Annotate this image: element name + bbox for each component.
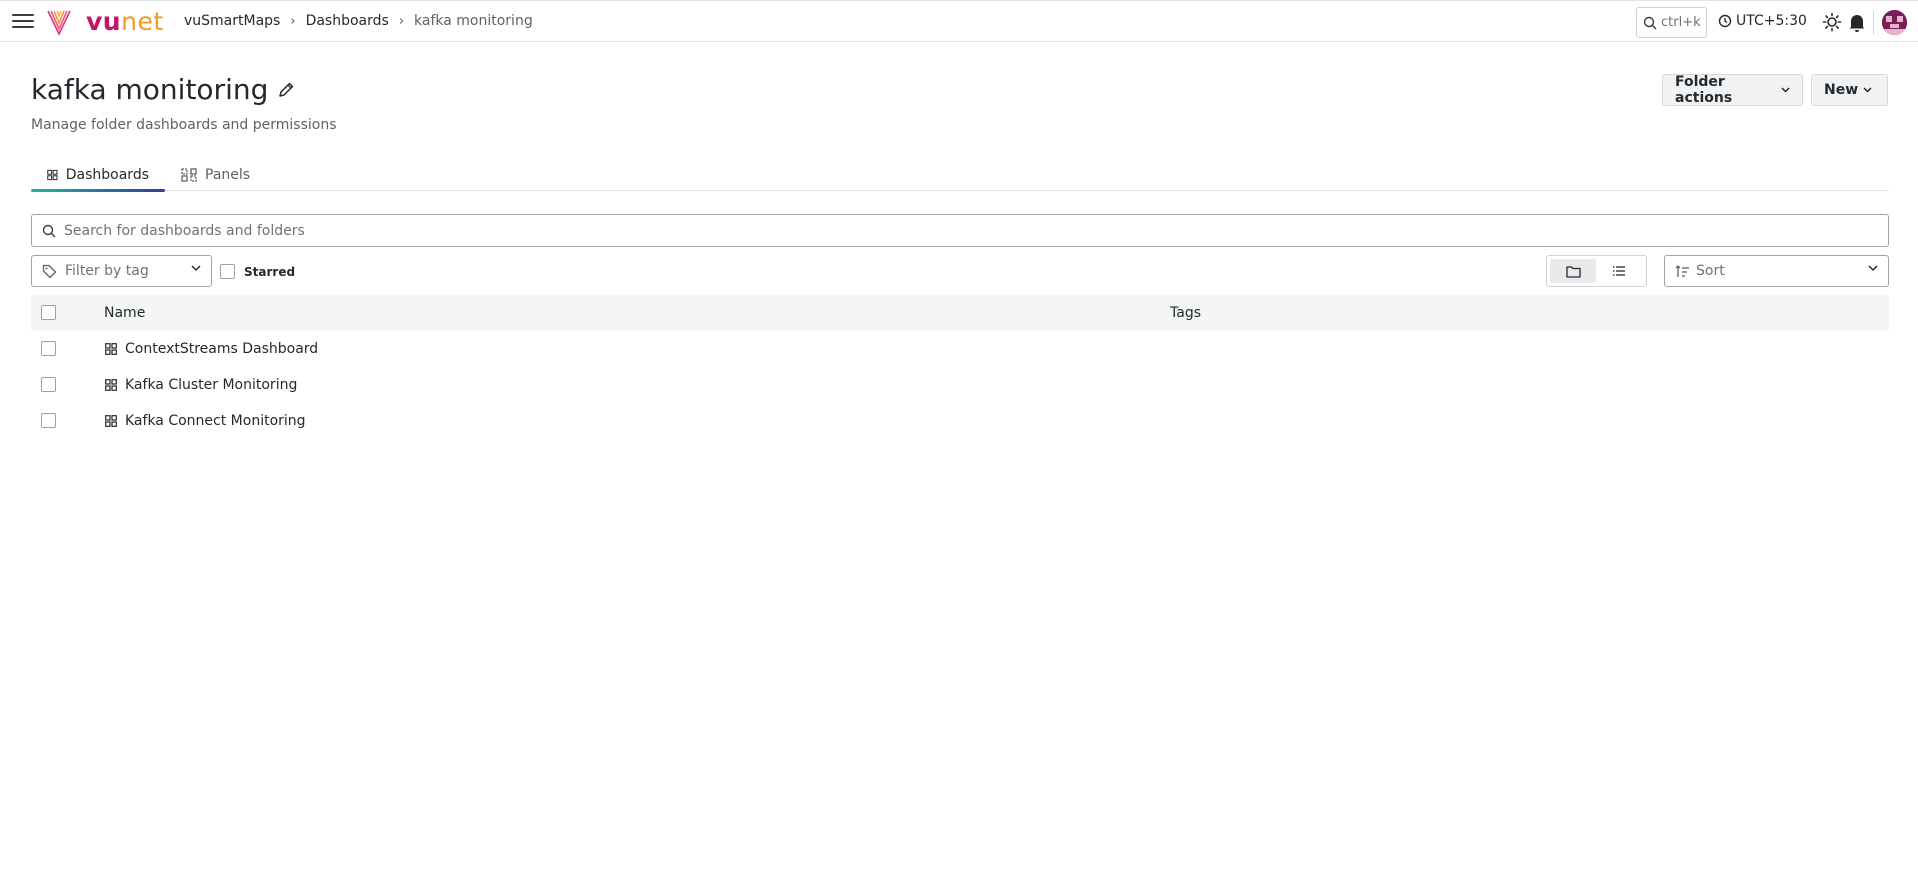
chevron-right-icon: › — [398, 13, 405, 29]
menu-icon[interactable] — [12, 14, 34, 30]
filter-by-tag-select[interactable]: Filter by tag — [31, 255, 212, 287]
sort-icon — [1675, 264, 1689, 277]
breadcrumb: vuSmartMaps › Dashboards › kafka monitor… — [184, 13, 533, 29]
starred-checkbox[interactable] — [220, 264, 235, 279]
chevron-down-icon — [1868, 265, 1878, 272]
column-header-name[interactable]: Name — [104, 305, 145, 321]
page-subtitle: Manage folder dashboards and permissions — [31, 117, 337, 133]
clock-icon — [1718, 14, 1732, 28]
column-header-tags: Tags — [1170, 305, 1201, 321]
dashboard-grid-icon — [105, 379, 117, 391]
sun-icon — [1822, 12, 1842, 32]
theme-toggle-button[interactable] — [1822, 12, 1842, 32]
dashboard-link[interactable]: Kafka Connect Monitoring — [105, 413, 306, 429]
chevron-down-icon — [1863, 87, 1872, 93]
breadcrumb-item-current: kafka monitoring — [414, 13, 533, 29]
user-avatar-icon — [1882, 10, 1907, 35]
list-view-button[interactable] — [1596, 259, 1642, 283]
table-header: Name Tags — [31, 295, 1889, 331]
table-row[interactable]: Kafka Connect Monitoring — [31, 403, 1889, 439]
search-icon — [42, 224, 56, 237]
filter-by-tag-placeholder: Filter by tag — [65, 263, 149, 279]
dashboard-name: Kafka Cluster Monitoring — [125, 377, 298, 393]
tag-icon — [42, 264, 57, 278]
list-icon — [1613, 266, 1625, 276]
dashboard-search-input[interactable] — [64, 222, 1864, 239]
dashboard-link[interactable]: ContextStreams Dashboard — [105, 341, 318, 357]
search-shortcut-label: ctrl+k — [1661, 15, 1701, 30]
chevron-down-icon — [1781, 87, 1790, 93]
timezone-button[interactable]: UTC+5:30 — [1718, 13, 1807, 29]
page-title: kafka monitoring — [31, 73, 295, 106]
chevron-right-icon: › — [290, 13, 296, 29]
breadcrumb-item-vusmartmaps[interactable]: vuSmartMaps — [184, 13, 280, 29]
edit-title-button[interactable] — [278, 81, 295, 98]
folder-actions-label: Folder actions — [1675, 74, 1733, 106]
breadcrumb-item-dashboards[interactable]: Dashboards — [306, 13, 389, 29]
dashboard-search-field[interactable] — [31, 214, 1889, 247]
row-checkbox[interactable] — [41, 413, 56, 428]
folder-icon — [1565, 265, 1581, 278]
dashboard-grid-icon — [105, 415, 117, 427]
folder-view-button[interactable] — [1550, 259, 1596, 283]
sort-select[interactable]: Sort — [1664, 255, 1889, 287]
topbar-divider — [1873, 11, 1874, 35]
logo-vu-text: vu — [86, 7, 122, 36]
timezone-label: UTC+5:30 — [1736, 13, 1807, 29]
page-title-text: kafka monitoring — [31, 73, 269, 106]
top-nav-bar: vunet vuSmartMaps › Dashboards › kafka m… — [0, 0, 1918, 42]
table-row[interactable]: Kafka Cluster Monitoring — [31, 367, 1889, 403]
panels-icon — [181, 167, 197, 182]
sort-label: Sort — [1696, 263, 1725, 279]
tab-bar: Dashboards Panels — [31, 159, 1889, 192]
chevron-down-icon — [191, 265, 201, 272]
folder-actions-button[interactable]: Folder actions — [1662, 74, 1803, 106]
new-label: New — [1824, 82, 1859, 98]
new-button[interactable]: New — [1811, 74, 1888, 106]
logo[interactable]: vunet — [46, 8, 164, 36]
avatar[interactable] — [1882, 10, 1907, 35]
table-row[interactable]: ContextStreams Dashboard — [31, 331, 1889, 367]
tab-panels[interactable]: Panels — [165, 159, 266, 190]
dashboards-table: Name Tags ContextStreams Dashboard Kafka… — [31, 295, 1889, 439]
bell-icon — [1849, 15, 1865, 32]
pencil-icon — [279, 82, 294, 97]
dashboard-grid-icon — [105, 343, 117, 355]
starred-label: Starred — [244, 264, 296, 279]
row-checkbox[interactable] — [41, 341, 56, 356]
tab-panels-label: Panels — [205, 166, 251, 183]
logo-mark-icon — [47, 10, 71, 36]
row-checkbox[interactable] — [41, 377, 56, 392]
notifications-button[interactable] — [1847, 12, 1867, 32]
dashboard-name: Kafka Connect Monitoring — [125, 413, 306, 429]
starred-filter[interactable]: Starred — [220, 264, 295, 279]
tab-dashboards-label: Dashboards — [65, 166, 149, 183]
dashboard-link[interactable]: Kafka Cluster Monitoring — [105, 377, 297, 393]
dashboard-grid-icon — [47, 169, 58, 180]
logo-net-text: net — [121, 7, 164, 36]
view-toggle — [1546, 255, 1647, 287]
dashboard-name: ContextStreams Dashboard — [125, 341, 319, 357]
search-icon — [1643, 16, 1657, 29]
select-all-checkbox[interactable] — [41, 305, 56, 320]
global-search-button[interactable]: ctrl+k — [1636, 7, 1707, 38]
tab-dashboards[interactable]: Dashboards — [31, 159, 165, 192]
logo-text: vunet — [86, 8, 164, 36]
